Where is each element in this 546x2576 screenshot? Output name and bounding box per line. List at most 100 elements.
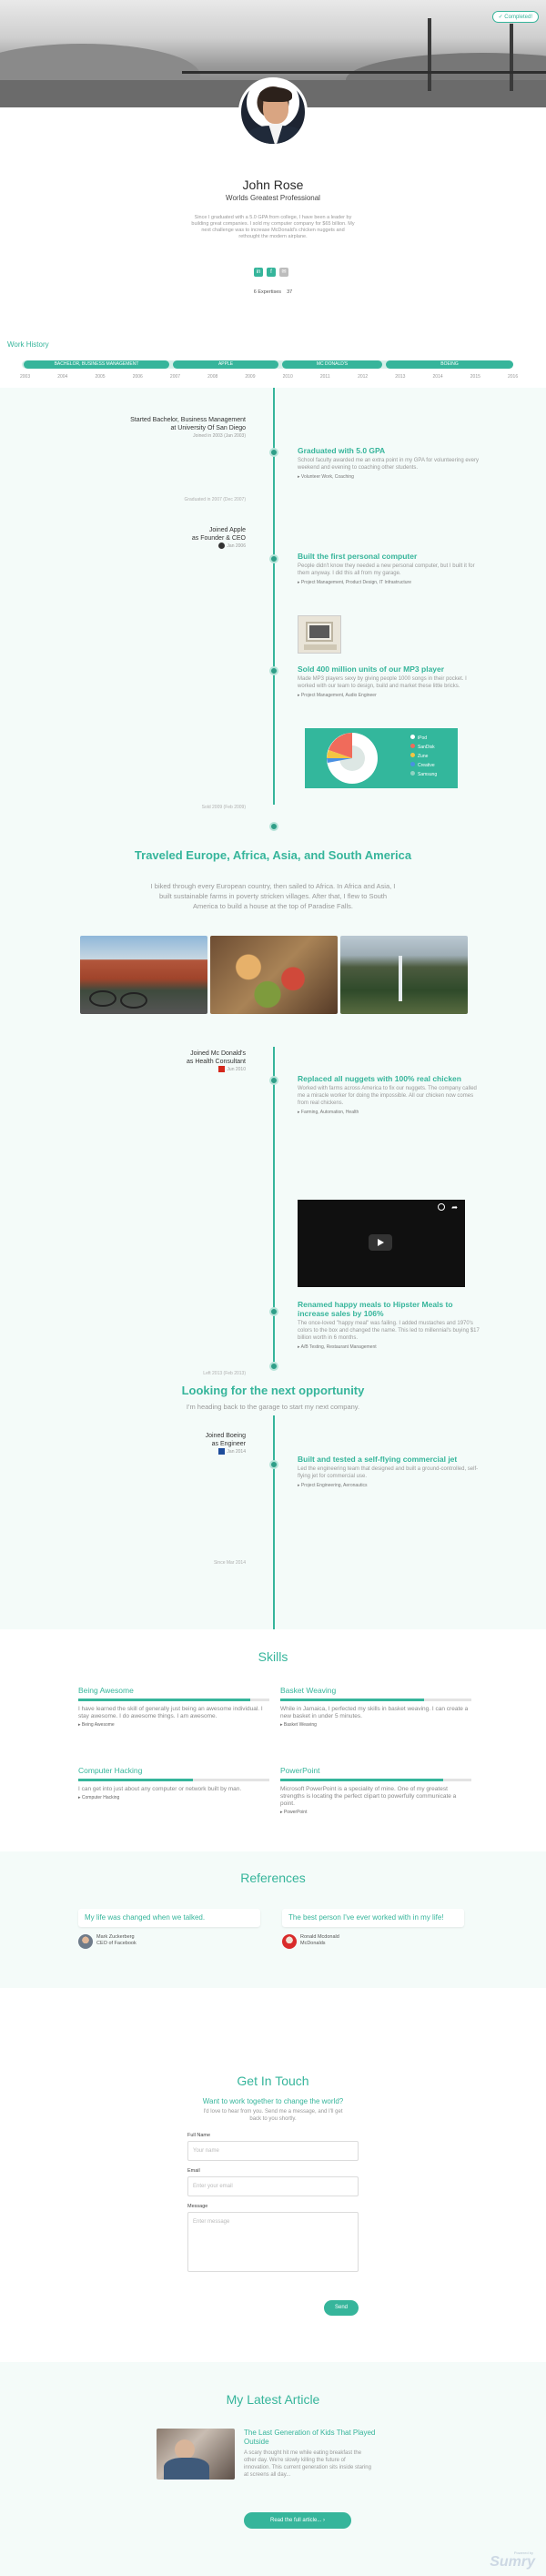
work-history-label: Work History bbox=[7, 340, 49, 349]
facebook-icon[interactable]: f bbox=[267, 268, 276, 277]
travel-photo-amsterdam[interactable] bbox=[80, 936, 207, 1014]
timeline-dot bbox=[269, 448, 278, 457]
event-text: School faculty awarded me an extra point… bbox=[298, 458, 479, 471]
year-label: 2005 bbox=[95, 374, 106, 380]
computer-photo[interactable] bbox=[298, 615, 341, 654]
reference-card: The best person I've ever worked with in… bbox=[282, 1909, 464, 1949]
chart-legend: iPod SanDisk Zune Creative Samsung bbox=[410, 734, 437, 779]
skill-bar bbox=[78, 1699, 269, 1701]
references-title: References bbox=[240, 1871, 306, 1885]
skill-bar bbox=[280, 1779, 471, 1781]
event-tags: ▸ Project Management, Audio Engineer bbox=[298, 693, 377, 698]
legend-item: Creative bbox=[410, 761, 437, 770]
skill-text: I can get into just about any computer o… bbox=[78, 1786, 242, 1792]
event-title: Graduated with 5.0 GPA bbox=[298, 446, 386, 455]
event-title: Sold 400 million units of our MP3 player bbox=[298, 664, 445, 674]
education-end: Graduated in 2007 (Dec 2007) bbox=[184, 497, 246, 502]
wh-segment-apple[interactable]: APPLE bbox=[173, 360, 278, 369]
wh-segment-education[interactable]: BACHELOR, BUSINESS MANAGEMENT bbox=[24, 360, 169, 369]
job-role: as Founder & CEO bbox=[191, 535, 246, 542]
year-label: 2013 bbox=[395, 374, 406, 380]
event-tags: ▸ Project Management, Product Design, IT… bbox=[298, 580, 411, 585]
education-entry: Started Bachelor, Business Management at… bbox=[130, 416, 246, 441]
skill-tag: ▸ Computer Hacking bbox=[78, 1795, 120, 1800]
skill-name: Being Awesome bbox=[78, 1686, 134, 1695]
event-title: Built the first personal computer bbox=[298, 552, 418, 561]
article-image[interactable] bbox=[157, 2429, 235, 2480]
timeline-dot bbox=[269, 1460, 278, 1469]
message-textarea[interactable]: Enter message bbox=[187, 2212, 359, 2272]
travel-photo-falls[interactable] bbox=[340, 936, 468, 1014]
wh-segment-boeing[interactable]: BOEING bbox=[386, 360, 513, 369]
legend-item: Zune bbox=[410, 752, 437, 761]
skill-name: PowerPoint bbox=[280, 1766, 320, 1775]
contact-subtitle: Want to work together to change the worl… bbox=[202, 2097, 344, 2105]
event-tags: ▸ Volunteer Work, Coaching bbox=[298, 474, 354, 480]
event-text: Led the engineering team that designed a… bbox=[298, 1466, 479, 1479]
reference-role: CEO of Facebook bbox=[96, 1941, 136, 1946]
skill-card: Being Awesome I have learned the skill o… bbox=[78, 1686, 269, 1728]
play-icon[interactable] bbox=[369, 1234, 392, 1251]
next-text: I'm heading back to the garage to start … bbox=[186, 1403, 360, 1411]
skill-bar bbox=[78, 1779, 269, 1781]
event-title: Renamed happy meals to Hipster Meals to … bbox=[298, 1300, 453, 1318]
profile-bio: Since I graduated with a 5.0 GPA from co… bbox=[191, 215, 355, 239]
year-label: 2007 bbox=[169, 374, 181, 380]
timeline-dot bbox=[269, 1362, 278, 1371]
year-label: 2008 bbox=[207, 374, 218, 380]
legend-item: iPod bbox=[410, 734, 437, 743]
profile-stats: 6 Expertises 37 bbox=[0, 289, 546, 295]
video-player[interactable]: ➦ bbox=[298, 1200, 465, 1287]
event-nuggets: Replaced all nuggets with 100% real chic… bbox=[298, 1074, 480, 1115]
job-company: Joined Boeing bbox=[205, 1433, 246, 1439]
completed-button[interactable]: ✓ Completed! bbox=[491, 11, 539, 23]
event-text: Worked with farms across America to fix … bbox=[298, 1086, 477, 1106]
skill-text: Microsoft PowerPoint is a speciality of … bbox=[280, 1786, 457, 1807]
job-dates: Jan 2006 bbox=[192, 543, 246, 551]
timeline-dot bbox=[269, 1076, 278, 1085]
info-icon[interactable] bbox=[438, 1203, 445, 1211]
skill-text: I have learned the skill of generally ju… bbox=[78, 1706, 263, 1719]
mp3-chart: iPod SanDisk Zune Creative Samsung bbox=[305, 728, 458, 788]
legend-item: Samsung bbox=[410, 770, 437, 779]
year-label: 2016 bbox=[508, 374, 519, 380]
mcdonalds-entry: Joined Mc Donald's as Health Consultant … bbox=[187, 1050, 246, 1074]
event-tags: ▸ Farming, Automation, Health bbox=[298, 1110, 359, 1115]
year-label: 2009 bbox=[245, 374, 256, 380]
brand-logo[interactable]: Sumry bbox=[490, 2554, 535, 2571]
legend-item: SanDisk bbox=[410, 743, 437, 752]
email-icon[interactable]: ✉ bbox=[279, 268, 288, 277]
avatar bbox=[78, 1934, 93, 1949]
skill-bar bbox=[280, 1699, 471, 1701]
read-article-button[interactable]: Read the full article... › bbox=[244, 2512, 351, 2529]
article-headline[interactable]: The Last Generation of Kids That Played … bbox=[244, 2429, 389, 2447]
reference-role: McDonalds bbox=[300, 1941, 326, 1946]
full-name-input[interactable]: Your name bbox=[187, 2141, 359, 2161]
article-title: My Latest Article bbox=[226, 2392, 320, 2407]
mcdonalds-end: Left 2013 (Feb 2013) bbox=[203, 1371, 246, 1376]
event-hipster-meals: Renamed happy meals to Hipster Meals to … bbox=[298, 1300, 480, 1350]
boeing-entry: Joined Boeing as Engineer Jan 2014 bbox=[206, 1432, 246, 1456]
email-input[interactable]: Enter your email bbox=[187, 2176, 359, 2196]
send-button[interactable]: Send bbox=[324, 2300, 359, 2316]
year-label: 2014 bbox=[432, 374, 443, 380]
skill-card: Basket Weaving While in Jamaica, I perfe… bbox=[280, 1686, 471, 1728]
apple-entry: Joined Apple as Founder & CEO Jan 2006 bbox=[192, 526, 246, 551]
skill-tag: ▸ Being Awesome bbox=[78, 1722, 115, 1728]
event-title: Built and tested a self-flying commercia… bbox=[298, 1455, 458, 1464]
event-title: Replaced all nuggets with 100% real chic… bbox=[298, 1074, 461, 1083]
job-company: Joined Mc Donald's bbox=[190, 1050, 246, 1057]
year-label: 2011 bbox=[319, 374, 330, 380]
footer bbox=[0, 2545, 546, 2576]
apple-end: Sold 2009 (Feb 2009) bbox=[201, 805, 246, 810]
travel-photo-market[interactable] bbox=[210, 936, 338, 1014]
reference-name: Ronald Mcdonald bbox=[300, 1934, 339, 1940]
event-text: Made MP3 players sexy by giving people 1… bbox=[298, 676, 467, 689]
expertise-count: 6 Expertises bbox=[253, 289, 281, 295]
linkedin-icon[interactable]: in bbox=[254, 268, 263, 277]
reference-quote: The best person I've ever worked with in… bbox=[282, 1909, 464, 1927]
share-icon[interactable]: ➦ bbox=[451, 1203, 458, 1212]
event-text: People didn't know they needed a new per… bbox=[298, 563, 475, 576]
wh-segment-mcdonalds[interactable]: MC DONALD'S bbox=[282, 360, 382, 369]
email-label: Email bbox=[187, 2168, 200, 2174]
